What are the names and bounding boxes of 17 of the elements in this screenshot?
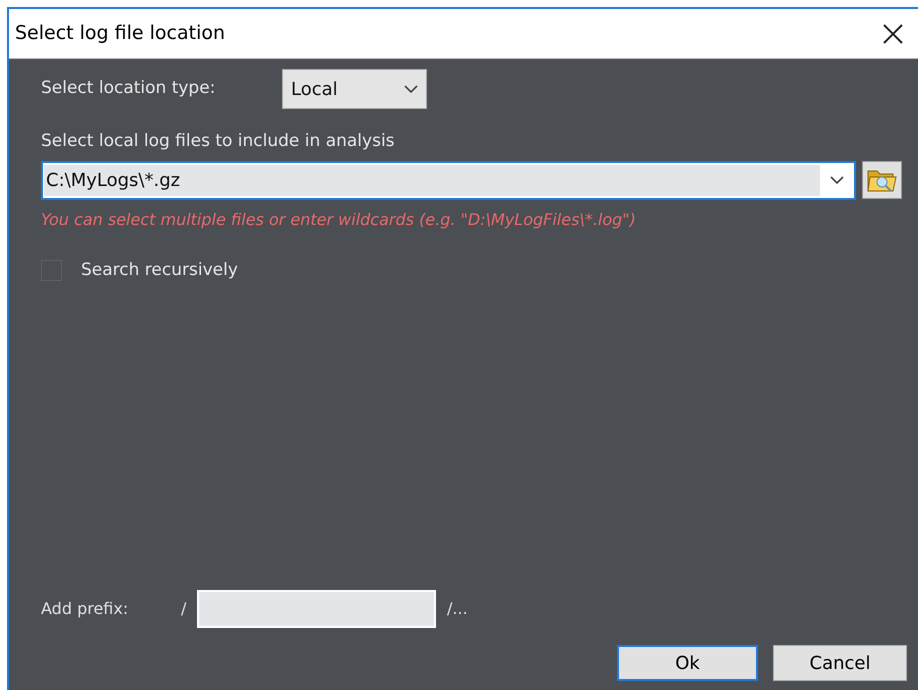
field-label: Add prefix: — [41, 598, 130, 620]
dialog-button[interactable]: Cancel — [773, 645, 907, 681]
field-label: Select local log files to include in analysis — [41, 130, 396, 153]
close-icon — [882, 22, 904, 44]
prefix-input[interactable] — [197, 590, 436, 628]
ellipsis-text: /... — [447, 598, 468, 620]
field-label: Select location type: — [41, 77, 216, 100]
slash-text: / — [181, 598, 188, 620]
checkbox-label: Search recursively — [81, 258, 238, 282]
hint-text: You can select multiple files or enter wildcards (e.g. "D:\MyLogFiles\*.log") — [41, 208, 637, 230]
chevron-down-icon — [830, 176, 844, 184]
window-title: Select log file location — [15, 21, 226, 46]
file-path-combobox[interactable]: C:\MyLogs\*.gz — [41, 160, 856, 200]
dialog-button[interactable]: Ok — [617, 645, 758, 681]
chevron-down-icon — [404, 84, 418, 94]
location-type-dropdown[interactable]: Local — [282, 69, 427, 109]
browse-button[interactable] — [862, 161, 902, 199]
